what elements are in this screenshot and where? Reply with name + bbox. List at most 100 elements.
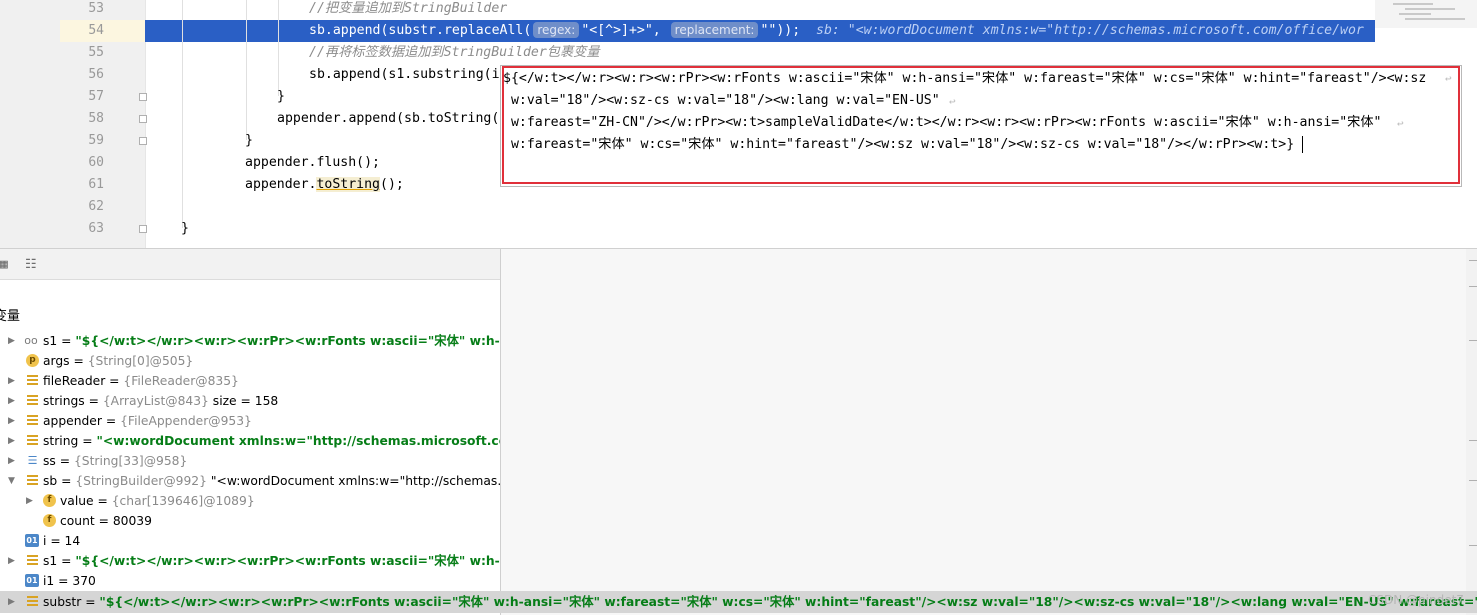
variables-header: 变量 [0,305,500,329]
minimap-line [1393,3,1433,5]
line-number: 57 [88,89,104,104]
variable-row[interactable]: 01 i1 = 370 [0,571,500,591]
code-text: appender. [245,177,317,192]
inline-debug-value: sb: "<w:wordDocument xmlns:w="http://sch… [816,23,1364,38]
collapse-arrow-icon[interactable]: ▼ [8,471,15,491]
scroll-marker [1469,340,1477,341]
code-text: )); [776,23,801,38]
variable-row[interactable]: ▶ fileReader = {FileReader@835} [0,371,500,391]
expand-arrow-icon[interactable]: ▶ [26,491,33,511]
variable-row[interactable]: ▶ string = "<w:wordDocument xmlns:w="htt… [0,431,500,451]
line-number: 53 [88,1,104,16]
variable-row[interactable]: ▶ appender = {FileAppender@953} [0,411,500,431]
code-line-current[interactable]: sb.append(substr.replaceAll(regex: "<[^>]… [309,20,1364,42]
equals-sign: = [69,354,88,368]
code-line: appender.append(sb.toString( [277,111,500,126]
variable-type: {String[0]@505} [87,354,194,368]
indent-guide [278,0,279,96]
param-hint-replacement: replacement: [670,22,759,38]
variable-row[interactable]: ▶ f value = {char[139646]@1089} [0,491,500,511]
equals-sign: = [81,595,100,609]
variable-value: "${</w:t></w:r><w:r><w:rPr><w:rFonts w:a… [75,334,500,348]
settings-list-icon[interactable]: ☷ [25,257,37,272]
indent-guide [182,0,183,228]
code-line: appender.flush(); [245,155,380,170]
minimap-line [1399,13,1431,15]
variable-value: "${</w:t></w:r><w:r><w:rPr><w:rFonts w:a… [99,595,1477,609]
variable-name: appender [43,414,102,428]
variable-type: {FileAppender@953} [120,414,252,428]
local-variable-icon [26,434,39,447]
variable-value: 14 [64,534,81,548]
minimap-line [1405,18,1465,20]
variable-type: {String[33]@958} [73,454,188,468]
line-number: 63 [88,221,104,236]
variable-type: {StringBuilder@992} [75,474,207,488]
variable-row[interactable]: ▶ oo s1 = "${</w:t></w:r><w:r><w:rPr><w:… [0,331,500,351]
variable-name: string [43,434,79,448]
minimap[interactable] [1375,0,1477,28]
fold-marker-icon[interactable] [139,225,147,233]
code-text: (); [380,177,404,192]
variable-value: "<w:wordDocument xmlns:w="http://schemas… [210,474,500,488]
field-icon: f [43,514,56,527]
debug-right-panel [500,249,1467,615]
expand-arrow-icon[interactable]: ▶ [8,391,15,411]
variable-name: s1 [43,334,58,348]
field-icon: f [43,494,56,507]
variable-row[interactable]: ▼ sb = {StringBuilder@992} "<w:wordDocum… [0,471,500,491]
table-view-icon[interactable]: ▦ [0,257,8,272]
variable-name: ss [43,454,56,468]
scroll-marker [1469,545,1477,546]
equals-sign: = [57,474,76,488]
expand-arrow-icon[interactable]: ▶ [8,592,15,612]
variable-name: substr [43,595,82,609]
expand-arrow-icon[interactable]: ▶ [8,331,15,351]
expand-arrow-icon[interactable]: ▶ [8,371,15,391]
vertical-scrollbar[interactable] [1466,249,1477,615]
parameter-icon: p [26,354,39,367]
fold-marker-icon[interactable] [139,115,147,123]
param-hint-regex: regex: [533,22,580,38]
scroll-marker [1469,440,1477,441]
variable-value: "${</w:t></w:r><w:r><w:rPr><w:rFonts w:a… [75,554,500,568]
local-variable-icon [26,394,39,407]
variable-name: fileReader [43,374,106,388]
variable-row[interactable]: 01 i = 14 [0,531,500,551]
equals-sign: = [57,334,76,348]
variable-row[interactable]: p args = {String[0]@505} [0,351,500,371]
expand-arrow-icon[interactable]: ▶ [8,431,15,451]
indent-guide [246,0,247,140]
variable-name: count [60,514,95,528]
variable-type: {FileReader@835} [123,374,239,388]
equals-sign: = [94,514,113,528]
local-variable-icon [26,374,39,387]
line-number: 55 [88,45,104,60]
fold-marker-icon[interactable] [139,137,147,145]
expand-arrow-icon[interactable]: ▶ [8,551,15,571]
variable-row[interactable]: ▶ ☰ ss = {String[33]@958} [0,451,500,471]
variable-row-selected[interactable]: ▶ substr = "${</w:t></w:r><w:r><w:rPr><w… [0,592,1477,612]
scroll-marker [1469,480,1477,481]
expand-arrow-icon[interactable]: ▶ [8,411,15,431]
line-number: 56 [88,67,104,82]
primitive-icon: 01 [25,534,39,547]
variable-name: s1 [43,554,58,568]
variable-row[interactable]: ▶ strings = {ArrayList@843} size = 158 [0,391,500,411]
line-number: 54 [88,23,104,38]
local-variable-icon [26,554,39,567]
variable-name: i1 [43,574,55,588]
equals-sign: = [54,574,73,588]
expand-arrow-icon[interactable]: ▶ [8,451,15,471]
equals-sign: = [105,374,124,388]
variable-row[interactable]: ▶ s1 = "${</w:t></w:r><w:r><w:rPr><w:rFo… [0,551,500,571]
variable-row[interactable]: f count = 80039 [0,511,500,531]
variable-name: strings [43,394,85,408]
local-variable-icon [26,414,39,427]
scroll-marker [1469,260,1477,261]
warning-highlight[interactable]: toString [316,177,380,192]
equals-sign: = [57,554,76,568]
fold-marker-icon[interactable] [139,93,147,101]
code-comment: //再将标签数据追加到StringBuilder包裹变量 [309,45,600,60]
local-variable-icon [26,595,39,608]
